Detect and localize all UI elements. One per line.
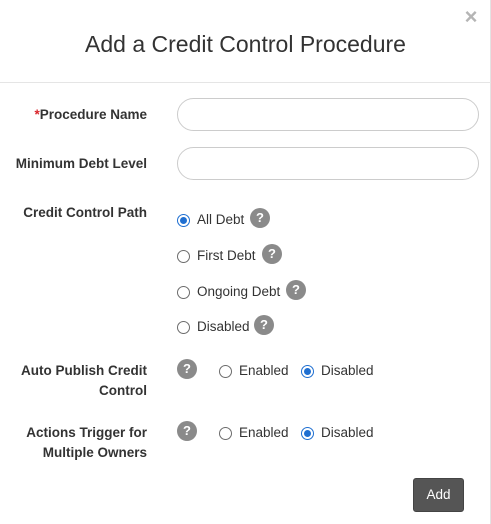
procedure-name-label: *Procedure Name [34,105,147,125]
path-option-first-debt-label: First Debt [197,248,256,263]
auto-publish-radio-enabled[interactable] [219,365,232,378]
auto-publish-label-line1: Auto Publish Credit [21,363,147,378]
auto-publish-disabled-label: Disabled [321,363,374,378]
add-credit-control-dialog: × Add a Credit Control Procedure *Proced… [0,0,491,524]
auto-publish-label: Auto Publish Credit Control [21,361,147,401]
help-icon[interactable]: ? [254,315,274,335]
close-icon[interactable]: × [461,6,481,28]
path-radio-all-debt[interactable] [177,214,190,227]
path-radio-disabled[interactable] [177,321,190,334]
actions-trigger-enabled-label: Enabled [239,425,289,440]
auto-publish-radio-disabled[interactable] [301,365,314,378]
path-radio-ongoing-debt[interactable] [177,286,190,299]
add-button[interactable]: Add [413,478,464,512]
help-icon[interactable]: ? [177,359,197,379]
path-radio-first-debt[interactable] [177,250,190,263]
help-icon[interactable]: ? [177,421,197,441]
minimum-debt-level-label: Minimum Debt Level [15,156,147,171]
actions-trigger-label-line1: Actions Trigger for [26,425,147,440]
help-icon[interactable]: ? [250,208,270,228]
actions-trigger-disabled-label: Disabled [321,425,374,440]
auto-publish-enabled-label: Enabled [239,363,289,378]
actions-trigger-radio-enabled[interactable] [219,427,232,440]
actions-trigger-label: Actions Trigger for Multiple Owners [26,423,147,463]
path-option-all-debt-label: All Debt [197,212,245,227]
help-icon[interactable]: ? [286,280,306,300]
header-divider [0,82,491,83]
help-icon[interactable]: ? [262,244,282,264]
minimum-debt-level-input[interactable] [177,147,479,180]
path-option-disabled-label: Disabled [197,319,250,334]
actions-trigger-radio-disabled[interactable] [301,427,314,440]
credit-control-path-label: Credit Control Path [23,205,147,220]
procedure-name-input[interactable] [177,98,479,131]
path-option-ongoing-debt-label: Ongoing Debt [197,284,281,299]
dialog-title: Add a Credit Control Procedure [85,31,406,57]
procedure-name-label-text: Procedure Name [39,107,147,122]
actions-trigger-label-line2: Multiple Owners [42,445,147,460]
auto-publish-label-line2: Control [99,383,147,398]
